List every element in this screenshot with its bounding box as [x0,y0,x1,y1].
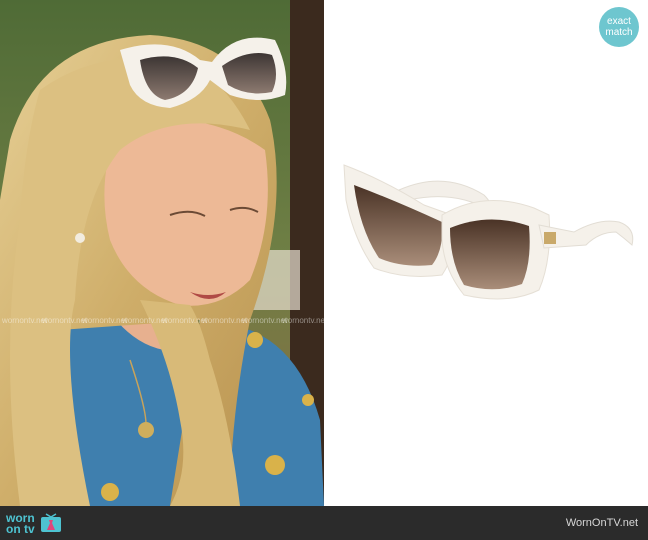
site-url-text: WornOnTV.net [565,517,638,529]
watermark-text: wornontv.net [2,316,48,325]
watermark-text: wornontv.net [202,316,248,325]
watermark-text: wornontv.net [42,316,88,325]
badge-line-1: exact [607,16,631,27]
tv-dress-icon [40,513,61,532]
product-image-panel[interactable] [324,0,648,506]
watermark-strip: wornontv.net wornontv.net wornontv.net w… [0,316,324,336]
watermark-text: wornontv.net [122,316,168,325]
logo-word-on-tv: on tv [6,522,35,536]
watermark-text: wornontv.net [282,316,324,325]
watermark-text: wornontv.net [162,316,208,325]
logo-wordmark: worn on tv [6,512,35,536]
sunglasses-product-image[interactable] [324,0,648,506]
badge-line-2: match [605,27,633,38]
watermark-text: wornontv.net [82,316,128,325]
site-logo[interactable]: worn on tv [6,512,63,536]
site-footer-bar: worn on tv WornOnTV.net [0,506,648,540]
woman-wearing-sunglasses-illustration [0,0,324,506]
exact-match-badge: exact match [599,7,639,47]
watermark-text: wornontv.net [242,316,288,325]
episode-still-photo: wornontv.net wornontv.net wornontv.net w… [0,0,324,506]
